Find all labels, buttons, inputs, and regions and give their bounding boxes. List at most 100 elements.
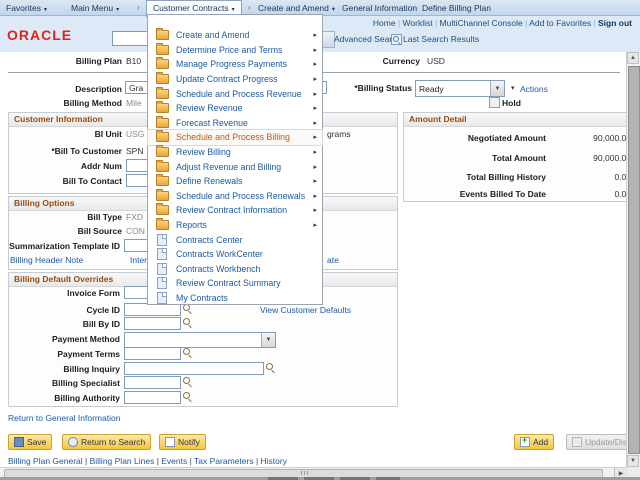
bill-by-id-input[interactable] xyxy=(124,317,181,330)
add-to-favorites-link[interactable]: Add to Favorites xyxy=(523,18,591,28)
menu-item-contracts-center[interactable]: Contracts Center xyxy=(148,232,322,247)
folder-icon xyxy=(156,30,169,40)
menu-item-adjust-revenue-and-billing[interactable]: Adjust Revenue and Billing▸ xyxy=(148,159,322,174)
billing-inquiry-lookup-icon[interactable] xyxy=(266,363,276,373)
dropdown-arrow-icon[interactable]: ▼ xyxy=(261,333,275,347)
breadcrumb-general-information[interactable]: General Information xyxy=(342,3,417,13)
menu-item-label: Review Revenue xyxy=(176,103,243,113)
sign-out-link[interactable]: Sign out xyxy=(591,18,632,28)
menu-item-create-and-amend[interactable]: Create and Amend▸ xyxy=(148,28,322,43)
billing-authority-lookup-icon[interactable] xyxy=(183,392,193,402)
events-link[interactable]: Events xyxy=(154,456,187,466)
vertical-scrollbar-thumb[interactable] xyxy=(628,66,640,454)
folder-icon xyxy=(156,59,169,69)
billing-status-select[interactable]: Ready ▼ xyxy=(415,80,505,97)
breadcrumb-separator: › xyxy=(412,3,415,12)
menu-item-update-contract-progress[interactable]: Update Contract Progress▸ xyxy=(148,72,322,87)
menu-item-label: Contracts Workbench xyxy=(176,264,260,274)
summarization-template-id-label: Summarization Template ID xyxy=(2,241,120,251)
invoice-form-label: Invoice Form xyxy=(10,288,120,298)
hold-checkbox[interactable] xyxy=(489,97,500,108)
submenu-arrow-icon: ▸ xyxy=(313,221,317,229)
menu-item-reports[interactable]: Reports ▸ xyxy=(148,218,322,233)
folder-icon xyxy=(156,191,169,201)
menu-item-schedule-and-process-billing[interactable]: Schedule and Process Billing▸ xyxy=(148,130,322,145)
link-fragment[interactable]: ate xyxy=(327,255,339,265)
payment-method-select[interactable]: ▼ xyxy=(124,332,276,348)
menu-item-schedule-and-process-revenue[interactable]: Schedule and Process Revenue▸ xyxy=(148,86,322,101)
menu-item-review-contract-information[interactable]: Review Contract Information▸ xyxy=(148,203,322,218)
menu-item-my-contracts[interactable]: My Contracts xyxy=(148,291,322,306)
breadcrumb-separator: › xyxy=(137,3,140,12)
last-search-results-icon xyxy=(391,34,402,45)
breadcrumb-label: Favorites xyxy=(6,3,41,13)
menu-item-review-revenue[interactable]: Review Revenue▸ xyxy=(148,101,322,116)
vertical-scrollbar[interactable]: ▲ ▼ xyxy=(626,52,640,467)
return-to-search-label: Return to Search xyxy=(81,437,145,447)
currency-label: Currency xyxy=(350,56,420,66)
submenu-arrow-icon: ▸ xyxy=(313,119,317,127)
amount-detail-title: Amount Detail xyxy=(404,113,635,127)
breadcrumb-main-menu[interactable]: Main Menu▾ xyxy=(71,3,119,13)
bi-unit-description-fragment: grams xyxy=(327,129,351,139)
home-link[interactable]: Home xyxy=(373,18,396,28)
notify-button[interactable]: Notify xyxy=(159,434,206,450)
breadcrumb-define-billing-plan: Define Billing Plan xyxy=(422,3,491,13)
tax-parameters-link[interactable]: Tax Parameters xyxy=(187,456,253,466)
billing-plan-lines-link[interactable]: Billing Plan Lines xyxy=(83,456,155,466)
billing-plan-label: Billing Plan xyxy=(12,56,122,66)
internal-notes-link-fragment[interactable]: Inter xyxy=(130,255,147,265)
view-customer-defaults-link[interactable]: View Customer Defaults xyxy=(260,305,351,315)
menu-item-label: Reports xyxy=(176,220,207,230)
last-search-results-link[interactable]: Last Search Results xyxy=(403,34,479,44)
menu-item-contracts-workcenter[interactable]: Contracts WorkCenter xyxy=(148,247,322,262)
submenu-arrow-icon: ▸ xyxy=(313,133,317,141)
add-button[interactable]: Add xyxy=(514,434,554,450)
breadcrumb-label: Define Billing Plan xyxy=(422,3,491,13)
save-label: Save xyxy=(27,437,46,447)
actions-link[interactable]: Actions xyxy=(520,84,548,94)
billing-specialist-lookup-icon[interactable] xyxy=(183,377,193,387)
menu-item-forecast-revenue[interactable]: Forecast Revenue▸ xyxy=(148,116,322,131)
menu-item-contracts-workbench[interactable]: Contracts Workbench xyxy=(148,262,322,277)
bill-type-value: FXD xyxy=(126,212,143,222)
bill-by-id-lookup-icon[interactable] xyxy=(183,318,193,328)
dropdown-arrow-icon[interactable]: ▼ xyxy=(490,81,504,96)
billing-plan-general-link[interactable]: Billing Plan General xyxy=(8,456,83,466)
page-icon xyxy=(157,277,167,289)
menu-item-label: Adjust Revenue and Billing xyxy=(176,162,281,172)
billing-authority-label: Billing Authority xyxy=(10,393,120,403)
bill-to-customer-value: SPN xyxy=(126,146,143,156)
breadcrumb-create-and-amend[interactable]: Create and Amend▾ xyxy=(258,3,335,13)
history-link[interactable]: History xyxy=(254,456,287,466)
submenu-arrow-icon: ▸ xyxy=(313,90,317,98)
folder-icon xyxy=(156,89,169,99)
payment-terms-input[interactable] xyxy=(124,347,181,360)
scroll-down-icon[interactable]: ▼ xyxy=(627,455,639,467)
scroll-up-icon[interactable]: ▲ xyxy=(627,52,639,64)
menu-item-define-renewals[interactable]: Define Renewals▸ xyxy=(148,174,322,189)
billing-status-value: Ready xyxy=(416,84,490,94)
billing-inquiry-input[interactable] xyxy=(124,362,264,375)
billing-authority-input[interactable] xyxy=(124,391,181,404)
menu-item-review-contract-summary[interactable]: Review Contract Summary xyxy=(148,276,322,291)
breadcrumb-favorites[interactable]: Favorites▾ xyxy=(6,3,47,13)
menu-item-label: Create and Amend xyxy=(176,30,249,40)
billing-inquiry-label: Billing Inquiry xyxy=(10,364,120,374)
billing-header-note-link[interactable]: Billing Header Note xyxy=(10,255,83,265)
menu-item-review-billing[interactable]: Review Billing▸ xyxy=(148,145,322,160)
return-to-general-information-link[interactable]: Return to General Information xyxy=(8,413,120,423)
menu-item-schedule-and-process-renewals[interactable]: Schedule and Process Renewals▸ xyxy=(148,189,322,204)
save-button[interactable]: Save xyxy=(8,434,52,450)
folder-icon xyxy=(156,132,169,142)
menu-item-manage-progress-payments[interactable]: Manage Progress Payments▸ xyxy=(148,57,322,72)
return-to-search-button[interactable]: Return to Search xyxy=(62,434,151,450)
folder-icon xyxy=(156,205,169,215)
multichannel-console-link[interactable]: MultiChannel Console xyxy=(433,18,523,28)
menu-item-determine-price-and-terms[interactable]: Determine Price and Terms▸ xyxy=(148,43,322,58)
cycle-id-lookup-icon[interactable] xyxy=(183,304,193,314)
page-icon xyxy=(157,263,167,275)
payment-terms-lookup-icon[interactable] xyxy=(183,348,193,358)
billing-specialist-input[interactable] xyxy=(124,376,181,389)
worklist-link[interactable]: Worklist xyxy=(396,18,433,28)
